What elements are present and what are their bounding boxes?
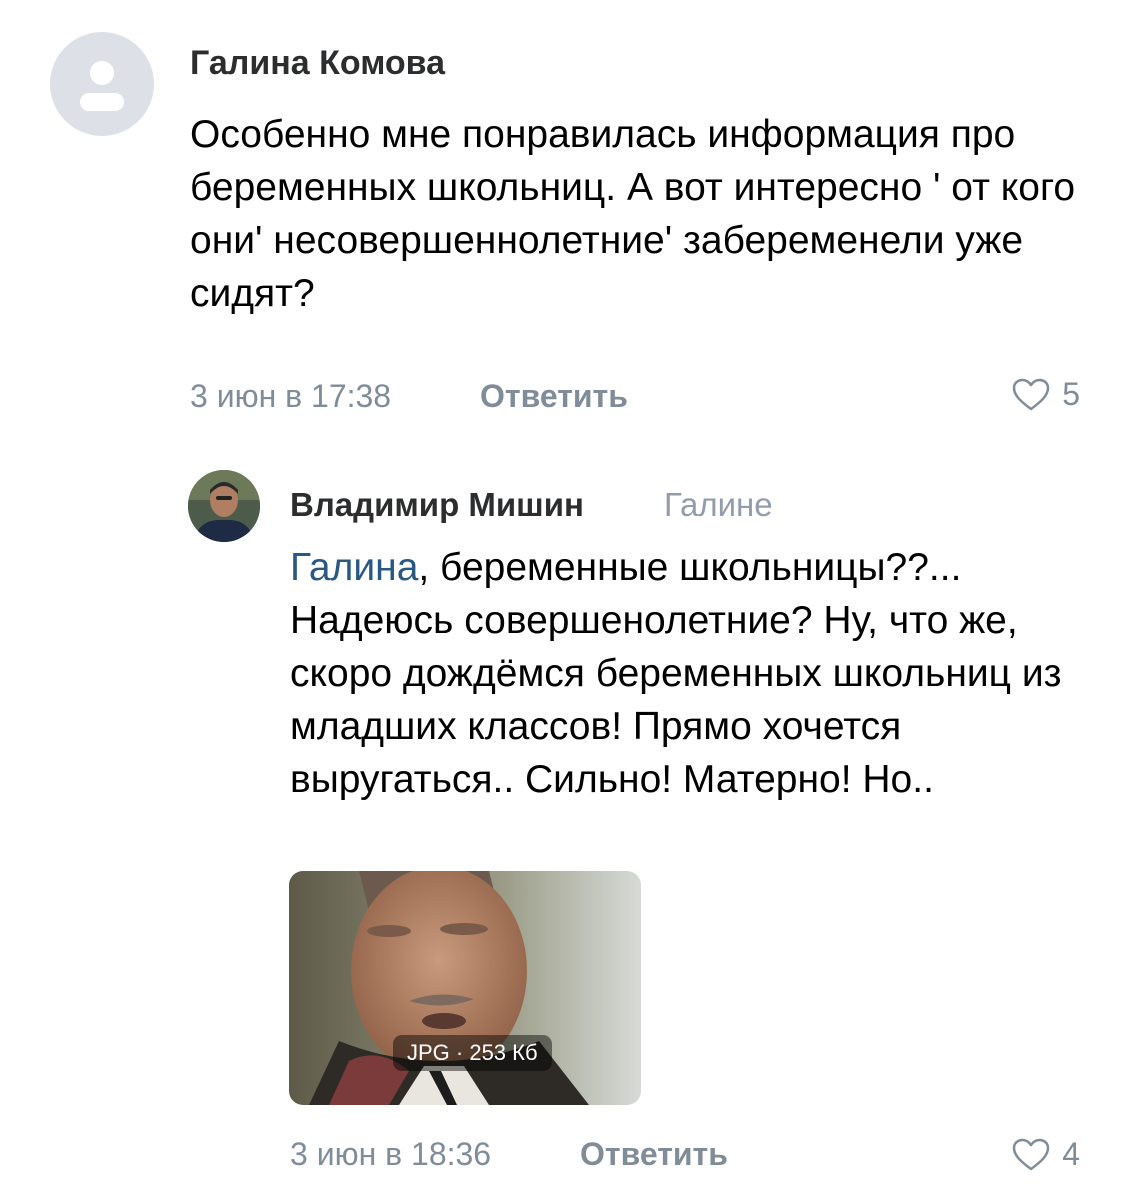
comment-text: Галина, беременные школьницы??... Надеюс…	[290, 541, 1080, 806]
avatar-photo[interactable]	[188, 470, 260, 542]
like-count: 4	[1062, 1136, 1080, 1172]
comment-author[interactable]: Владимир Мишин	[290, 486, 584, 524]
heart-icon[interactable]	[1012, 1138, 1050, 1172]
mention-link[interactable]: Галина	[290, 546, 418, 589]
comment-vladimir: Владимир Мишин Галине Галина, беременные…	[0, 0, 1126, 1200]
attachment-badge: JPG · 253 Кб	[393, 1035, 552, 1071]
like-control: 4	[1012, 1136, 1080, 1173]
user-photo-icon	[188, 470, 260, 542]
attachment-photo[interactable]: JPG · 253 Кб	[289, 871, 641, 1105]
comment-date: 3 июн в 18:36	[290, 1136, 492, 1172]
reply-button[interactable]: Ответить	[580, 1136, 728, 1173]
reply-target[interactable]: Галине	[664, 486, 773, 524]
